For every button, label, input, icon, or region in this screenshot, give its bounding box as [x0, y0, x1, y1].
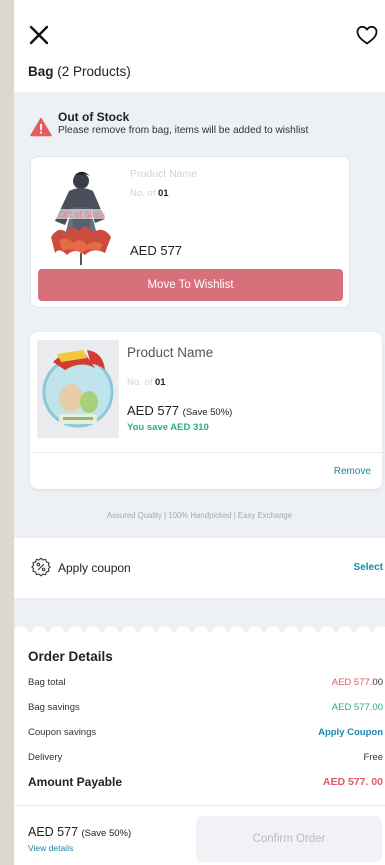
background-strip — [0, 0, 14, 865]
coupon-select-link[interactable]: Select — [354, 562, 383, 573]
coupon-percent-icon — [31, 557, 51, 577]
out-of-stock-banner: Out of Stock Please remove from bag, ite… — [30, 109, 370, 143]
delivery-label: Delivery — [28, 752, 63, 763]
footer-save-percentage: (Save 50%) — [81, 828, 132, 839]
coupon-savings-row: Coupon savings Apply Coupon — [28, 727, 383, 738]
bag-total-row: Bag total AED 577.00 — [28, 677, 383, 688]
product-image-frame — [37, 340, 119, 438]
view-details-link[interactable]: View details — [28, 843, 73, 853]
header: Bag (2 Products) — [14, 0, 385, 92]
amount-payable-value: AED 577. 00 — [322, 776, 383, 788]
bag-total-decimals: 00 — [372, 677, 383, 688]
product-price: AED 577 — [130, 243, 183, 258]
card-divider — [30, 452, 382, 453]
warning-icon — [30, 117, 52, 137]
amount-payable-row: Amount Payable AED 577. 00 — [28, 775, 383, 789]
out-of-stock-tag: Out of Stock — [45, 209, 119, 219]
wishlist-button[interactable] — [355, 23, 379, 47]
product-quantity: No. of 01 — [127, 377, 166, 388]
bag-panel: Bag (2 Products) Out of Stock Please rem… — [14, 0, 385, 865]
price-value: AED 577 — [127, 403, 180, 418]
order-details-title: Order Details — [28, 649, 113, 664]
apply-coupon-link[interactable]: Apply Coupon — [318, 727, 383, 738]
product-image — [37, 340, 119, 438]
oos-message: Please remove from bag, items will be ad… — [58, 125, 309, 136]
cart-item: Product Name No. of 01 AED 577 (Save 50%… — [30, 332, 382, 489]
remove-button[interactable]: Remove — [334, 466, 371, 477]
product-name: Product Name — [130, 168, 198, 180]
bag-total-label: Bag total — [28, 677, 66, 688]
product-count: (2 Products) — [57, 64, 131, 79]
save-percentage: (Save 50%) — [182, 407, 233, 418]
order-details: Order Details Bag total AED 577.00 Bag s… — [14, 632, 385, 805]
footer-price-value: AED 577 — [28, 825, 79, 839]
bag-total-value: AED 577.00 — [332, 677, 383, 688]
bag-savings-row: Bag savings AED 577.00 — [28, 702, 383, 713]
apply-coupon-row[interactable]: Apply coupon Select — [14, 538, 385, 598]
bag-label: Bag — [28, 64, 54, 79]
quantity-label: No. of — [130, 188, 156, 199]
close-icon — [29, 25, 49, 45]
quantity-value: 01 — [158, 188, 169, 199]
product-quantity: No. of 01 — [130, 188, 169, 199]
confirm-order-button[interactable]: Confirm Order — [196, 816, 382, 862]
you-save-amount: You save AED 310 — [127, 422, 209, 433]
move-to-wishlist-button[interactable]: Move To Wishlist — [38, 269, 343, 301]
bag-savings-value: AED 577.00 — [331, 702, 383, 713]
quantity-label: No. of — [127, 377, 153, 388]
heart-icon — [356, 25, 378, 45]
bag-total-amount: AED 577. — [331, 677, 373, 688]
product-name: Product Name — [127, 345, 214, 360]
assurance-text: Assured Quality | 100% Handpicked | Easy… — [106, 511, 293, 520]
product-price: AED 577 (Save 50%) — [127, 403, 232, 418]
apply-coupon-label: Apply coupon — [58, 561, 131, 575]
footer-price: AED 577 (Save 50%) — [28, 825, 131, 839]
bag-savings-label: Bag savings — [28, 702, 80, 713]
amount-payable-label: Amount Payable — [28, 775, 123, 789]
quantity-value: 01 — [155, 377, 166, 388]
oos-title: Out of Stock — [58, 110, 130, 124]
coupon-savings-label: Coupon savings — [28, 727, 97, 738]
delivery-value: Free — [363, 752, 383, 763]
delivery-row: Delivery Free — [28, 752, 383, 763]
checkout-footer: AED 577 (Save 50%) View details Confirm … — [14, 805, 385, 865]
cart-item-out-of-stock: Out of Stock Product Name No. of 01 AED … — [30, 156, 350, 308]
bag-title: Bag (2 Products) — [28, 64, 131, 79]
close-button[interactable] — [28, 24, 50, 46]
